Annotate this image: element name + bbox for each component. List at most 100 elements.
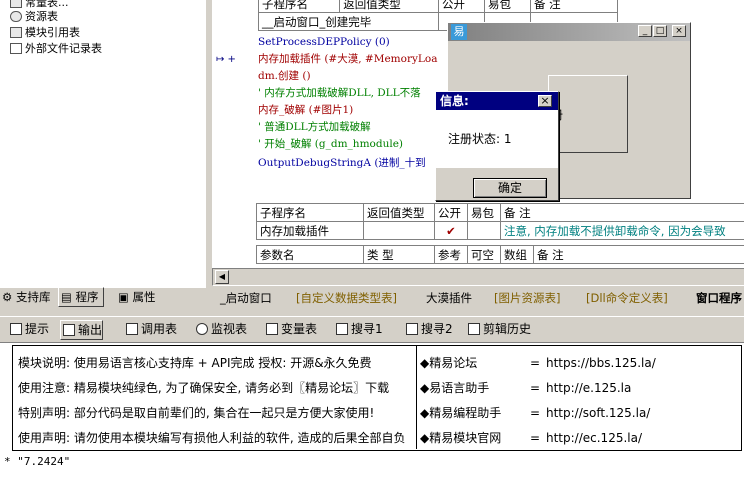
col-easy-pkg: 易包 (468, 204, 501, 222)
col-ref: 参考 (435, 246, 468, 264)
project-tree: 常量表... 资源表 模块引用表 外部文件记录表 (0, 0, 206, 288)
output-url[interactable]: http://ec.125.la/ (546, 427, 642, 449)
dialog-message: 注册状态: 1 (448, 130, 512, 147)
note-cell[interactable]: 注意, 内存加载不提供卸载命令, 因为会导致 (501, 222, 744, 240)
output-last-line: * "7.2424" (4, 451, 70, 473)
properties-icon: ▣ (118, 290, 129, 304)
doc-tab-startup-window[interactable]: _启动窗口 (220, 290, 272, 306)
sub-name-cell[interactable]: 内存加载插件 (257, 222, 364, 240)
doc-tab-custom-types[interactable]: [自定义数据类型表] (296, 290, 397, 306)
program-icon: ▤ (61, 290, 72, 304)
col-type: 类 型 (364, 246, 435, 264)
output-url[interactable]: http://e.125.la (546, 377, 631, 399)
tree-item-module-refs[interactable]: 模块引用表 (10, 25, 80, 40)
col-return-type: 返回值类型 (364, 204, 435, 222)
col-easy-pkg: 易包 (485, 0, 531, 13)
output-pane[interactable]: 模块说明: 使用易语言核心支持库 + API完成 授权: 开源&永久免费 ◆精易… (0, 342, 744, 485)
col-note: 备 注 (501, 204, 744, 222)
output-eq: = (530, 352, 540, 374)
clipboard-icon (468, 323, 480, 335)
tab-output[interactable]: 输出 (60, 320, 103, 340)
code-line[interactable]: ' 开始_破解 (g_dm_hmodule) (258, 136, 403, 153)
tree-item-resources[interactable]: 资源表 (10, 9, 58, 24)
module-icon (10, 27, 22, 38)
tree-scrollbar[interactable] (205, 0, 212, 288)
tab-search2[interactable]: 搜寻2 (404, 320, 453, 338)
sub-name-cell[interactable]: __启动窗口_创建完毕 (259, 13, 439, 31)
col-return-type: 返回值类型 (340, 0, 439, 13)
app-logo-icon: 易 (451, 24, 467, 40)
app-window-titlebar[interactable]: 易 _ □ × (448, 23, 690, 41)
code-line[interactable]: 内存_破解 (#图片1) (258, 102, 353, 119)
doc-tab-window-program[interactable]: 窗口程序 (696, 290, 742, 306)
ok-button[interactable]: 确定 (473, 178, 547, 198)
output-url[interactable]: https://bbs.125.la/ (546, 352, 656, 374)
code-line[interactable]: ' 内存方式加载破解DLL, DLL不落 (258, 85, 421, 102)
output-eq: = (530, 402, 540, 424)
variable-icon (266, 323, 278, 335)
col-note: 备 注 (534, 246, 744, 264)
tab-support-lib[interactable]: ⚙ 支持库 (0, 288, 54, 306)
code-line[interactable]: 内存加载插件 (#大漠, #MemoryLoa (258, 51, 437, 68)
col-sub-name: 子程序名 (257, 204, 364, 222)
check-icon[interactable]: ✔ (435, 222, 468, 240)
code-horizontal-scrollbar[interactable]: ◀ (212, 268, 744, 286)
col-public: 公开 (439, 0, 485, 13)
col-sub-name: 子程序名 (259, 0, 340, 13)
code-line[interactable]: ' 普通DLL方式加载破解 (258, 119, 371, 136)
code-line[interactable]: dm.创建 () (258, 68, 311, 85)
tab-clip-history[interactable]: 剪辑历史 (466, 320, 531, 338)
code-line[interactable]: OutputDebugStringA (进制_十到 (258, 155, 426, 172)
search-icon (336, 323, 348, 335)
tab-properties[interactable]: ▣ 属性 (116, 288, 160, 306)
param-table: 参数名 类 型 参考 可空 数组 备 注 (256, 245, 744, 264)
minimize-icon[interactable]: _ (638, 25, 652, 37)
hint-icon (10, 323, 22, 335)
tab-hints[interactable]: 提示 (8, 320, 49, 338)
table-icon (10, 0, 22, 8)
scroll-left-icon[interactable]: ◀ (215, 270, 229, 284)
output-toolbar: 提示 输出 调用表 监视表 变量表 搜寻1 搜寻2 剪辑历史 (0, 316, 744, 341)
maximize-icon[interactable]: □ (653, 25, 667, 37)
output-eq: = (530, 377, 540, 399)
output-line: 模块说明: 使用易语言核心支持库 + API完成 授权: 开源&永久免费 (18, 352, 372, 374)
divider (416, 345, 417, 449)
resource-icon (10, 11, 22, 22)
col-note: 备 注 (531, 0, 618, 13)
col-nullable: 可空 (468, 246, 501, 264)
output-icon (63, 324, 75, 336)
call-table-icon (126, 323, 138, 335)
output-site: ◆易语言助手 (420, 377, 489, 399)
info-dialog[interactable]: 信息: × 注册状态: 1 确定 (435, 91, 559, 201)
breakpoint-icon[interactable]: ↦ + (216, 54, 236, 65)
output-url[interactable]: http://soft.125.la/ (546, 402, 650, 424)
tab-call-table[interactable]: 调用表 (124, 320, 177, 338)
col-param-name: 参数名 (257, 246, 364, 264)
output-line: 使用注意: 精易模块纯绿色, 为了确保安全, 请务必到〖精易论坛〗下载 (18, 377, 389, 399)
output-site: ◆精易模块官网 (420, 427, 501, 449)
tab-search1[interactable]: 搜寻1 (334, 320, 383, 338)
tab-variable-table[interactable]: 变量表 (264, 320, 317, 338)
tab-program[interactable]: ▤ 程序 (58, 287, 104, 307)
output-line: 特别声明: 部分代码是取自前辈们的, 集合在一起只是方便大家使用! (18, 402, 374, 424)
col-public: 公开 (435, 204, 468, 222)
magnifier-icon (196, 323, 208, 335)
output-site: ◆精易编程助手 (420, 402, 501, 424)
gear-icon: ⚙ (2, 290, 12, 304)
output-eq: = (530, 427, 540, 449)
code-line[interactable]: SetProcessDEPPolicy (0) (258, 34, 390, 51)
tree-item-external-files[interactable]: 外部文件记录表 (10, 41, 102, 56)
register-button[interactable]: 注册 (548, 75, 628, 153)
tab-watch-table[interactable]: 监视表 (194, 320, 247, 338)
output-line: 使用声明: 请勿使用本模块编写有损他人利益的软件, 造成的后果全部自负 (18, 427, 406, 449)
doc-tab-image-resources[interactable]: [图片资源表] (494, 290, 560, 306)
col-array: 数组 (501, 246, 534, 264)
dialog-title: 信息: (440, 94, 469, 108)
close-icon[interactable]: × (672, 25, 686, 37)
sub-program-table: 子程序名 返回值类型 公开 易包 备 注 内存加载插件 ✔ 注意, 内存加载不提… (256, 203, 744, 240)
search-icon (406, 323, 418, 335)
file-icon (10, 43, 22, 54)
doc-tab-dm-plugin[interactable]: 大漠插件 (426, 290, 472, 306)
close-icon[interactable]: × (538, 95, 552, 107)
doc-tab-dll-commands[interactable]: [Dll命令定义表] (586, 290, 668, 306)
